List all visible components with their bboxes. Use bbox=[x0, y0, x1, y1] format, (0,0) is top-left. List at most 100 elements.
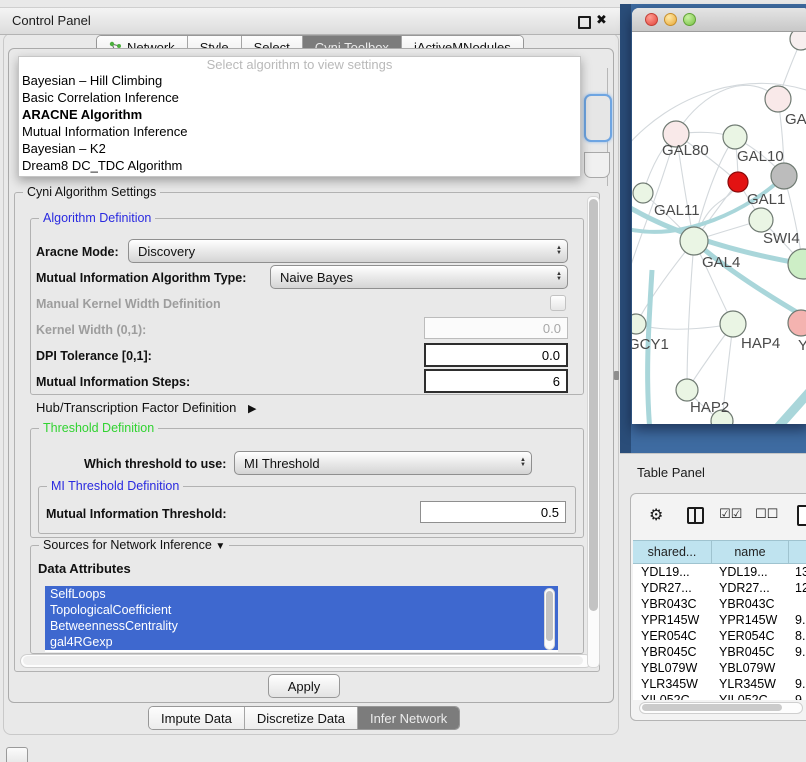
table-row[interactable]: YBL079WYBL079W bbox=[633, 660, 806, 676]
which-threshold-combo[interactable]: MI Threshold ▲▼ bbox=[234, 451, 532, 475]
manual-kernel-width-checkbox[interactable] bbox=[550, 295, 566, 311]
close-window-icon[interactable] bbox=[645, 13, 658, 26]
tab-impute-data-label: Impute Data bbox=[161, 711, 232, 726]
network-node-label: GAL10 bbox=[737, 148, 784, 165]
algorithm-popup-item[interactable]: Bayesian – Hill Climbing bbox=[19, 72, 580, 89]
settings-hscrollbar[interactable] bbox=[20, 654, 592, 668]
close-panel-icon[interactable]: ✖ bbox=[596, 12, 607, 28]
table-row[interactable]: YPR145WYPR145W9. bbox=[633, 612, 806, 628]
network-node[interactable] bbox=[676, 379, 698, 401]
table-panel-inset: ⚙ ☑☑ ☐☐ shared...nameA YDL19...YDL19...1… bbox=[630, 493, 806, 721]
table-row[interactable]: YBR045CYBR045C9. bbox=[633, 644, 806, 660]
table-hscrollbar[interactable] bbox=[639, 702, 803, 714]
mi-steps-field[interactable]: 6 bbox=[424, 369, 568, 393]
minimized-panel-button[interactable] bbox=[6, 747, 28, 762]
table-row[interactable]: YLR345WYLR345W9. bbox=[633, 676, 806, 692]
mi-algorithm-type-label: Mutual Information Algorithm Type: bbox=[36, 271, 246, 285]
cyni-mode-tabbar: Impute Data Discretize Data Infer Networ… bbox=[148, 706, 460, 730]
tab-discretize-data[interactable]: Discretize Data bbox=[245, 707, 358, 729]
network-node[interactable] bbox=[632, 314, 646, 334]
table-row[interactable]: YBR043CYBR043C bbox=[633, 596, 806, 612]
table-cell: YDR27... bbox=[711, 580, 787, 596]
hub-definition-expander[interactable]: Hub/Transcription Factor Definition ▶ bbox=[36, 400, 256, 415]
algorithm-popup-item[interactable]: Basic Correlation Inference bbox=[19, 89, 580, 106]
network-node[interactable] bbox=[788, 249, 806, 279]
algorithm-popup-item[interactable]: Bayesian – K2 bbox=[19, 140, 580, 157]
network-node-label: GAL11 bbox=[654, 202, 700, 219]
dpi-tolerance-field[interactable]: 0.0 bbox=[424, 343, 568, 367]
network-node[interactable] bbox=[633, 183, 653, 203]
algorithm-combo-stepper-fragment[interactable] bbox=[584, 94, 612, 142]
mi-steps-label: Mutual Information Steps: bbox=[36, 375, 190, 389]
columns-icon[interactable] bbox=[687, 507, 704, 524]
table-cell: 12 bbox=[787, 580, 806, 596]
which-threshold-label: Which threshold to use: bbox=[84, 457, 226, 471]
mi-algorithm-type-value: Naive Bayes bbox=[271, 270, 551, 285]
kernel-width-field[interactable]: 0.0 bbox=[424, 317, 568, 339]
panel-resize-grip[interactable] bbox=[614, 371, 619, 380]
collapse-arrow-icon[interactable]: ▼ bbox=[215, 541, 225, 552]
network-node[interactable] bbox=[728, 172, 748, 192]
table-row[interactable]: YIL052CYIL052C9 bbox=[633, 692, 806, 700]
table-column-header[interactable]: name bbox=[712, 540, 789, 564]
data-attributes-list[interactable]: SelfLoopsTopologicalCoefficientBetweenne… bbox=[45, 586, 558, 652]
control-panel-title: Control Panel bbox=[12, 13, 91, 28]
mi-threshold-field[interactable]: 0.5 bbox=[420, 501, 566, 523]
network-node[interactable] bbox=[749, 208, 773, 232]
network-window-titlebar bbox=[632, 8, 806, 32]
table-cell: YDR27... bbox=[633, 580, 711, 596]
table-row[interactable]: YDL19...YDL19...13 bbox=[633, 564, 806, 580]
network-canvas[interactable]: GALGAL80GAL10GAL1GAL11SWI4GAL4GCY1HAP4YH… bbox=[632, 32, 806, 424]
network-node[interactable] bbox=[771, 163, 797, 189]
table-row[interactable]: YER054CYER054C8. bbox=[633, 628, 806, 644]
zoom-window-icon[interactable] bbox=[683, 13, 696, 26]
aracne-mode-combo[interactable]: Discovery ▲▼ bbox=[128, 239, 568, 263]
data-attribute-item[interactable]: gal4RGexp bbox=[45, 634, 558, 650]
algorithm-popup: Select algorithm to view settings Bayesi… bbox=[18, 56, 581, 177]
table-cell: YPR145W bbox=[711, 612, 787, 628]
data-attribute-item[interactable]: SelfLoops bbox=[45, 586, 558, 602]
network-node[interactable] bbox=[720, 311, 746, 337]
table-cell bbox=[787, 596, 806, 612]
table-cell: 13 bbox=[787, 564, 806, 580]
float-panel-icon[interactable] bbox=[578, 16, 591, 29]
apply-button[interactable]: Apply bbox=[268, 674, 340, 698]
table-row[interactable]: YDR27...YDR27...12 bbox=[633, 580, 806, 596]
tab-infer-network[interactable]: Infer Network bbox=[358, 707, 459, 729]
table-cell: YIL052C bbox=[633, 692, 711, 700]
algorithm-popup-item[interactable]: Dream8 DC_TDC Algorithm bbox=[19, 157, 580, 174]
settings-vscrollbar[interactable] bbox=[587, 196, 600, 668]
data-attribute-item[interactable]: TopologicalCoefficient bbox=[45, 602, 558, 618]
table-cell: YLR345W bbox=[633, 676, 711, 692]
table-toolbar: ⚙ ☑☑ ☐☐ bbox=[631, 504, 806, 528]
attributes-scrollbar[interactable] bbox=[544, 588, 555, 650]
mi-threshold-label: Mutual Information Threshold: bbox=[46, 507, 227, 521]
export-table-icon[interactable] bbox=[797, 505, 806, 526]
algorithm-popup-list: Bayesian – Hill ClimbingBasic Correlatio… bbox=[19, 72, 580, 174]
deselect-all-icon[interactable]: ☐☐ bbox=[755, 507, 778, 522]
gear-icon[interactable]: ⚙ bbox=[649, 505, 663, 524]
mi-algorithm-type-combo[interactable]: Naive Bayes ▲▼ bbox=[270, 265, 568, 289]
node-table[interactable]: shared...nameA YDL19...YDL19...13YDR27..… bbox=[633, 540, 806, 700]
network-desktop-edge bbox=[620, 4, 631, 453]
tab-impute-data[interactable]: Impute Data bbox=[149, 707, 245, 729]
table-panel: Table Panel ⚙ ☑☑ ☐☐ shared...nameA YDL19… bbox=[620, 453, 806, 762]
table-cell: 9. bbox=[787, 644, 806, 660]
algorithm-popup-item[interactable]: Mutual Information Inference bbox=[19, 123, 580, 140]
table-cell: YBL079W bbox=[633, 660, 711, 676]
aracne-mode-label: Aracne Mode: bbox=[36, 245, 119, 259]
data-attribute-item[interactable]: BetweennessCentrality bbox=[45, 618, 558, 634]
minimize-window-icon[interactable] bbox=[664, 13, 677, 26]
network-node-label: Y bbox=[798, 337, 806, 354]
algorithm-popup-item[interactable]: ARACNE Algorithm bbox=[19, 106, 580, 123]
network-node[interactable] bbox=[765, 86, 791, 112]
table-column-header[interactable]: shared... bbox=[633, 540, 712, 564]
table-cell: YER054C bbox=[633, 628, 711, 644]
network-node[interactable] bbox=[680, 227, 708, 255]
table-column-header[interactable]: A bbox=[789, 540, 806, 564]
table-cell: 9 bbox=[787, 692, 806, 700]
network-node[interactable] bbox=[788, 310, 806, 336]
select-all-icon[interactable]: ☑☑ bbox=[719, 507, 742, 522]
network-node[interactable] bbox=[723, 125, 747, 149]
network-node[interactable] bbox=[790, 32, 806, 50]
